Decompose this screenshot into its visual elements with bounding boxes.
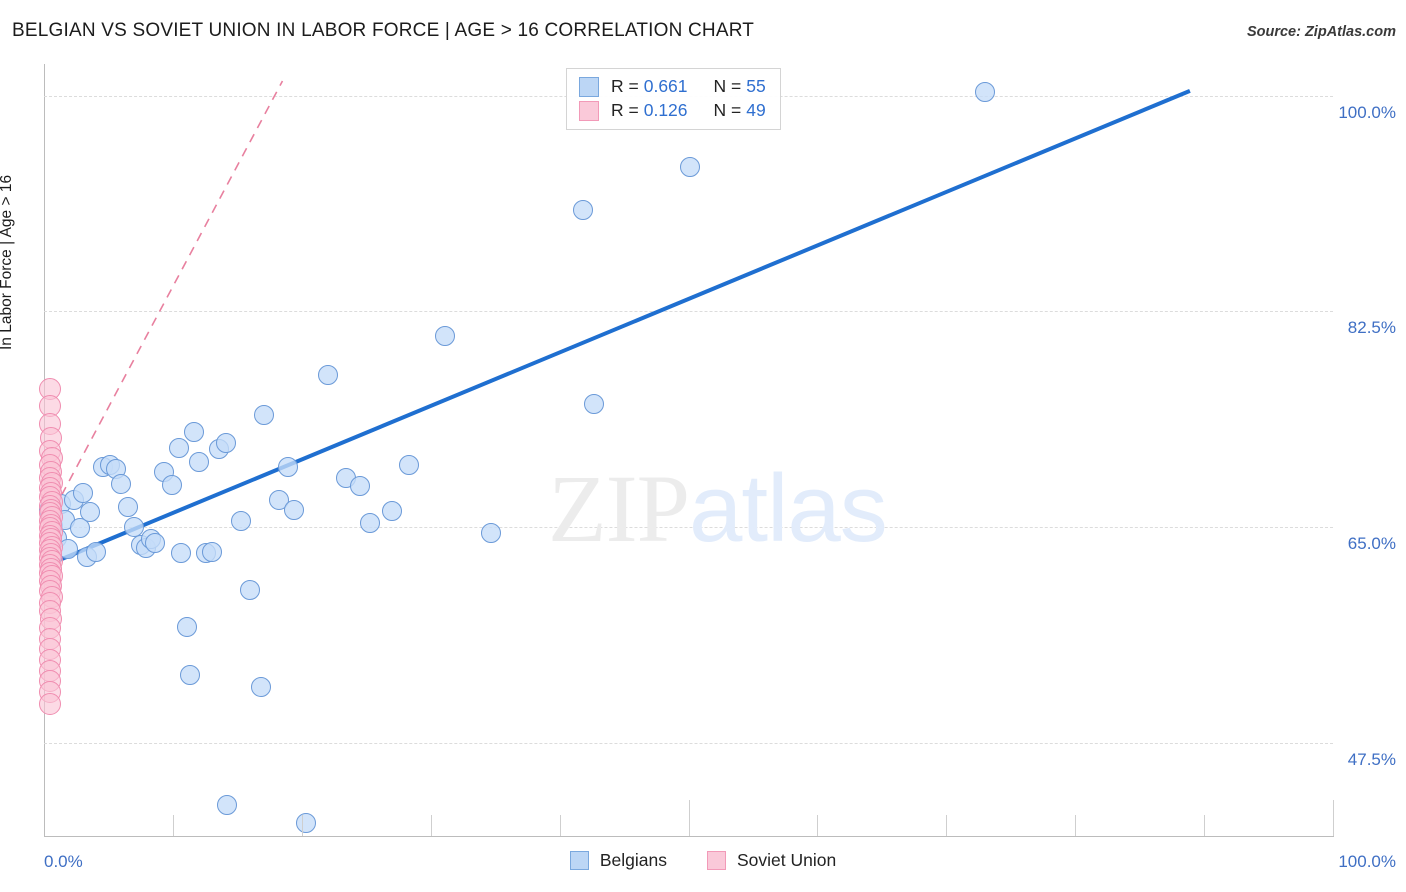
data-point[interactable] — [217, 795, 238, 816]
data-point[interactable] — [231, 510, 252, 531]
x-axis-tick — [1333, 800, 1334, 836]
data-point[interactable] — [177, 616, 198, 637]
gridline — [44, 742, 1333, 744]
x-axis-tick — [1204, 815, 1206, 836]
data-point[interactable] — [170, 542, 191, 563]
x-axis-tick — [172, 815, 174, 836]
trendline-soviet-union — [45, 80, 284, 524]
data-point[interactable] — [295, 812, 316, 833]
data-point[interactable] — [240, 579, 261, 600]
series-legend: Belgians Soviet Union — [0, 850, 1406, 871]
x-axis-line — [44, 836, 1334, 837]
data-point[interactable] — [974, 82, 995, 103]
data-point[interactable] — [144, 533, 165, 554]
data-point[interactable] — [38, 693, 61, 716]
gridline — [44, 311, 1333, 313]
x-axis-tick — [559, 815, 561, 836]
plot-area: ZIPatlas — [38, 65, 1333, 835]
stats-n-label-belgians: N = — [713, 76, 742, 96]
data-point[interactable] — [201, 541, 222, 562]
data-point[interactable] — [72, 482, 93, 503]
data-point[interactable] — [349, 476, 370, 497]
source-label: Source: ZipAtlas.com — [1246, 24, 1396, 40]
legend-item-belgians[interactable]: Belgians — [569, 850, 667, 871]
data-point[interactable] — [679, 157, 700, 178]
x-axis-tick — [688, 800, 690, 836]
y-tick-label: 47.5% — [1347, 749, 1396, 769]
data-point[interactable] — [398, 455, 419, 476]
data-point[interactable] — [117, 497, 138, 518]
watermark-zip: ZIP — [548, 455, 690, 562]
page-title: BELGIAN VS SOVIET UNION IN LABOR FORCE |… — [12, 20, 755, 41]
stats-r-label-soviet-union: R = — [611, 100, 639, 120]
chart-root: BELGIAN VS SOVIET UNION IN LABOR FORCE |… — [0, 0, 1406, 892]
trendlines — [44, 80, 1191, 569]
legend-marker-soviet-union-icon — [706, 851, 726, 870]
stats-row-belgians: R = 0.661 N = 55 — [579, 76, 766, 97]
data-point[interactable] — [250, 677, 271, 698]
legend-marker-belgians-icon — [569, 851, 589, 870]
x-axis-tick — [430, 815, 432, 836]
stats-n-label-soviet-union: N = — [713, 100, 742, 120]
y-axis-title: In Labor Force | Age > 16 — [0, 174, 15, 350]
x-axis-tick — [817, 815, 819, 836]
watermark: ZIPatlas — [548, 461, 888, 557]
data-point[interactable] — [183, 422, 204, 443]
data-point[interactable] — [179, 664, 200, 685]
data-point[interactable] — [111, 473, 132, 494]
trendline-belgians — [44, 89, 1191, 569]
data-point[interactable] — [85, 541, 106, 562]
x-axis-tick — [1075, 815, 1077, 836]
data-point[interactable] — [188, 451, 209, 472]
x-axis-tick — [946, 815, 948, 836]
stats-n-value-belgians: 55 — [746, 76, 766, 96]
x-axis-tick — [301, 815, 303, 836]
data-point[interactable] — [80, 502, 101, 523]
data-point[interactable] — [277, 456, 298, 477]
data-point[interactable] — [215, 433, 236, 454]
data-point[interactable] — [434, 326, 455, 347]
stats-r-value-soviet-union: 0.126 — [643, 100, 688, 120]
data-point[interactable] — [161, 475, 182, 496]
data-point[interactable] — [317, 365, 338, 386]
legend-swatch-belgians-icon — [579, 76, 599, 97]
data-point[interactable] — [584, 393, 605, 414]
legend-item-soviet-union[interactable]: Soviet Union — [706, 850, 837, 871]
data-point[interactable] — [382, 500, 403, 521]
data-point[interactable] — [254, 404, 275, 425]
stats-r-label-belgians: R = — [611, 76, 639, 96]
stats-r-value-belgians: 0.661 — [643, 76, 688, 96]
legend-label-soviet-union: Soviet Union — [736, 850, 837, 870]
y-tick-label: 100.0% — [1338, 102, 1396, 122]
data-point[interactable] — [284, 499, 305, 520]
y-tick-label: 82.5% — [1347, 318, 1396, 338]
data-point[interactable] — [169, 438, 190, 459]
data-point[interactable] — [360, 513, 381, 534]
watermark-atlas: atlas — [689, 455, 888, 562]
legend-swatch-soviet-union-icon — [579, 100, 599, 121]
y-tick-label: 65.0% — [1347, 534, 1396, 553]
stats-row-soviet-union: R = 0.126 N = 49 — [579, 100, 766, 121]
data-point[interactable] — [481, 523, 502, 544]
stats-n-value-soviet-union: 49 — [746, 100, 766, 120]
data-point[interactable] — [572, 200, 593, 221]
legend-label-belgians: Belgians — [599, 850, 667, 870]
correlation-stats-legend: R = 0.661 N = 55 R = 0.126 N = 49 — [566, 68, 781, 130]
